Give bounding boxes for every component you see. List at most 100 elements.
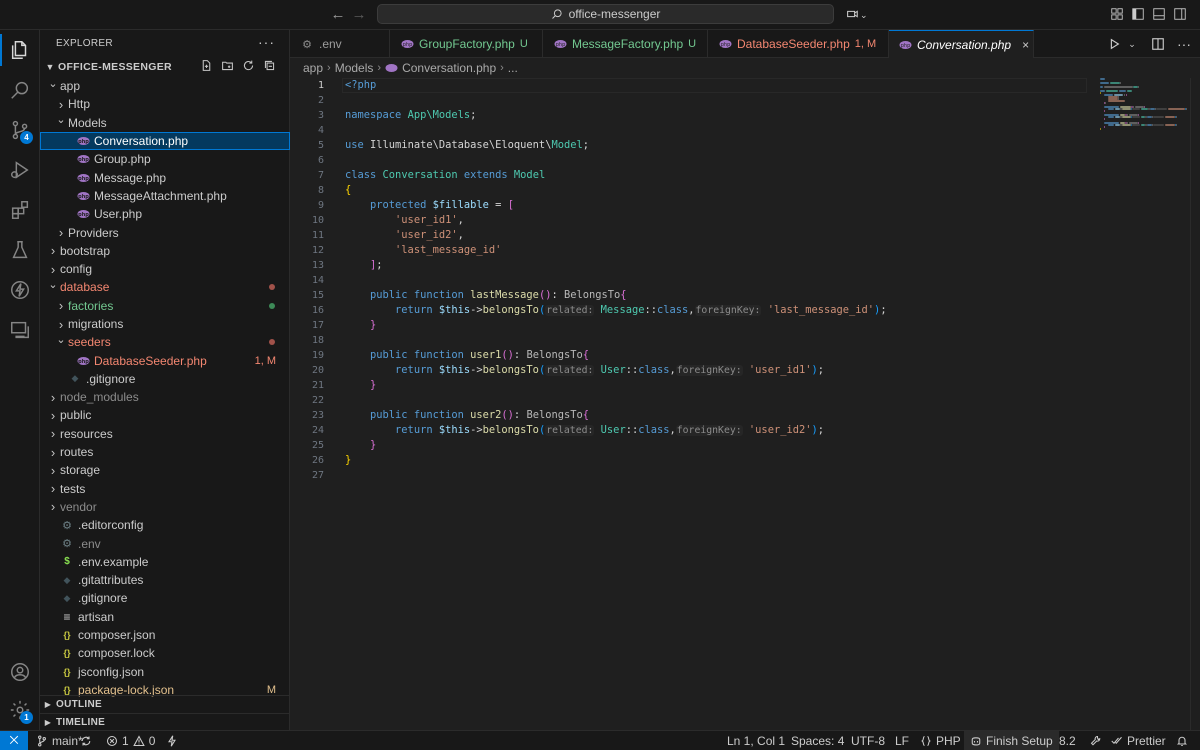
new-file-icon[interactable] [200,59,213,72]
tree-item[interactable]: {} composer.json [40,626,290,644]
tree-item[interactable]: › Providers [40,223,290,241]
lightning-icon[interactable] [166,731,178,750]
language-mode[interactable]: PHP [920,731,961,750]
tree-item[interactable]: ⌄ Models [40,114,290,132]
project-header[interactable]: ▼ OFFICE-MESSENGER [40,58,290,76]
code-line[interactable]: ]; [345,258,887,273]
code-line[interactable]: } [345,453,887,468]
breadcrumb-item[interactable]: app [303,61,323,75]
tree-item[interactable]: ⚙ .env [40,534,290,552]
extensions-icon[interactable] [0,190,40,230]
tree-item[interactable]: php Group.php [40,150,290,168]
sync-icon[interactable] [80,731,92,750]
copilot-icon[interactable] [845,7,861,23]
tree-item[interactable]: › bootstrap [40,242,290,260]
code-line[interactable]: { [345,183,887,198]
tree-item[interactable]: php Conversation.php [40,131,290,151]
code-line[interactable]: return $this->belongsTo(related: User::c… [345,363,887,378]
code-line[interactable]: <?php [345,78,887,93]
tree-item[interactable]: php Message.php [40,168,290,186]
code-line[interactable] [345,393,887,408]
tab-databaseseeder-php[interactable]: php DatabaseSeeder.php 1, M [708,30,889,58]
code-line[interactable]: public function user2(): BelongsTo{ [345,408,887,423]
tree-item[interactable]: php DatabaseSeeder.php 1, M [40,351,290,369]
back-arrow-icon[interactable]: ← [329,6,347,24]
code-editor[interactable]: 1 2 3 4 5 6 7 8 9 10 11 12 13 14 15 16 17 18 19 20 21 22 23 24 2… [290,78,1200,730]
breadcrumb-item[interactable]: Conversation.php [402,61,496,75]
code-line[interactable]: } [345,438,887,453]
code-line[interactable] [345,93,887,108]
command-center-search[interactable]: office-messenger [377,4,834,24]
remote-indicator-icon[interactable]: ⨉ [0,731,28,750]
customize-layout-icon[interactable] [1110,7,1126,23]
code-line[interactable]: return $this->belongsTo(related: User::c… [345,423,887,438]
tree-item[interactable]: {} jsconfig.json [40,663,290,681]
account-icon[interactable] [0,652,40,692]
tree-item[interactable]: ⌄ database [40,278,290,296]
code-line[interactable]: 'user_id2', [345,228,887,243]
code-line[interactable]: 'last_message_id' [345,243,887,258]
tree-item[interactable]: › routes [40,443,290,461]
tree-item[interactable]: › node_modules [40,388,290,406]
code-line[interactable] [345,273,887,288]
toggle-panel-icon[interactable] [1152,7,1168,23]
search-icon[interactable] [0,70,40,110]
tree-item[interactable]: ≡ artisan [40,608,290,626]
tree-item[interactable]: ⌄ seeders [40,333,290,351]
breadcrumb-item[interactable]: ... [508,61,518,75]
wrench-icon[interactable] [1090,731,1102,750]
tab-conversation-php[interactable]: php Conversation.php × [889,30,1034,58]
finish-setup-button[interactable]: Finish Setup [964,731,1059,750]
indentation[interactable]: Spaces: 4 [791,731,844,750]
tree-item[interactable]: php MessageAttachment.php [40,187,290,205]
code-line[interactable]: public function user1(): BelongsTo{ [345,348,887,363]
tree-item[interactable]: ⌄ app [40,77,290,95]
toggle-primary-sidebar-icon[interactable] [1131,7,1147,23]
php-version[interactable]: 8.2 [1059,731,1076,750]
run-debug-icon[interactable] [0,150,40,190]
code-line[interactable]: return $this->belongsTo(related: Message… [345,303,887,318]
minimap[interactable] [1100,78,1190,138]
explorer-icon[interactable] [0,30,40,70]
source-control-icon[interactable]: 4 [0,110,40,150]
tree-item[interactable]: › Http [40,95,290,113]
thunder-client-icon[interactable] [0,270,40,310]
forward-arrow-icon[interactable]: → [350,6,368,24]
tree-item[interactable]: $ .env.example [40,553,290,571]
problems-indicator[interactable]: 1 0 [106,731,155,750]
tree-item[interactable]: ⚙ .editorconfig [40,516,290,534]
tree-item[interactable]: › migrations [40,315,290,333]
prettier-status[interactable]: Prettier [1111,731,1166,750]
notifications-bell-icon[interactable] [1176,731,1188,750]
code-line[interactable]: } [345,318,887,333]
vertical-scrollbar[interactable] [1190,78,1200,730]
encoding[interactable]: UTF-8 [851,731,885,750]
code-line[interactable]: } [345,378,887,393]
remote-explorer-icon[interactable] [0,310,40,350]
tree-item[interactable]: php User.php [40,205,290,223]
collapse-all-icon[interactable] [263,59,276,72]
breadcrumb-item[interactable]: Models [335,61,374,75]
chevron-down-icon[interactable]: ⌄ [1124,36,1140,52]
code-line[interactable]: public function lastMessage(): BelongsTo… [345,288,887,303]
tree-item[interactable]: › vendor [40,498,290,516]
code-line[interactable] [345,333,887,348]
end-of-line[interactable]: LF [895,731,909,750]
tab-env[interactable]: ⚙ .env [290,30,390,58]
code-line[interactable]: protected $fillable = [ [345,198,887,213]
split-editor-icon[interactable] [1150,36,1166,52]
tab-messagefactory-php[interactable]: php MessageFactory.php U [543,30,708,58]
more-actions-icon[interactable]: ··· [258,34,275,50]
run-icon[interactable] [1106,36,1122,52]
tree-item[interactable]: › config [40,260,290,278]
timeline-section[interactable]: ▶ TIMELINE [40,713,290,731]
new-folder-icon[interactable] [221,59,234,72]
branch-indicator[interactable]: main* [36,731,83,750]
tree-item[interactable]: ◆ .gitattributes [40,571,290,589]
code-line[interactable] [345,468,887,483]
testing-icon[interactable] [0,230,40,270]
toggle-secondary-sidebar-icon[interactable] [1173,7,1189,23]
code-line[interactable]: use Illuminate\Database\Eloquent\Model; [345,138,887,153]
tree-item[interactable]: {} composer.lock [40,644,290,662]
code-line[interactable]: 'user_id1', [345,213,887,228]
